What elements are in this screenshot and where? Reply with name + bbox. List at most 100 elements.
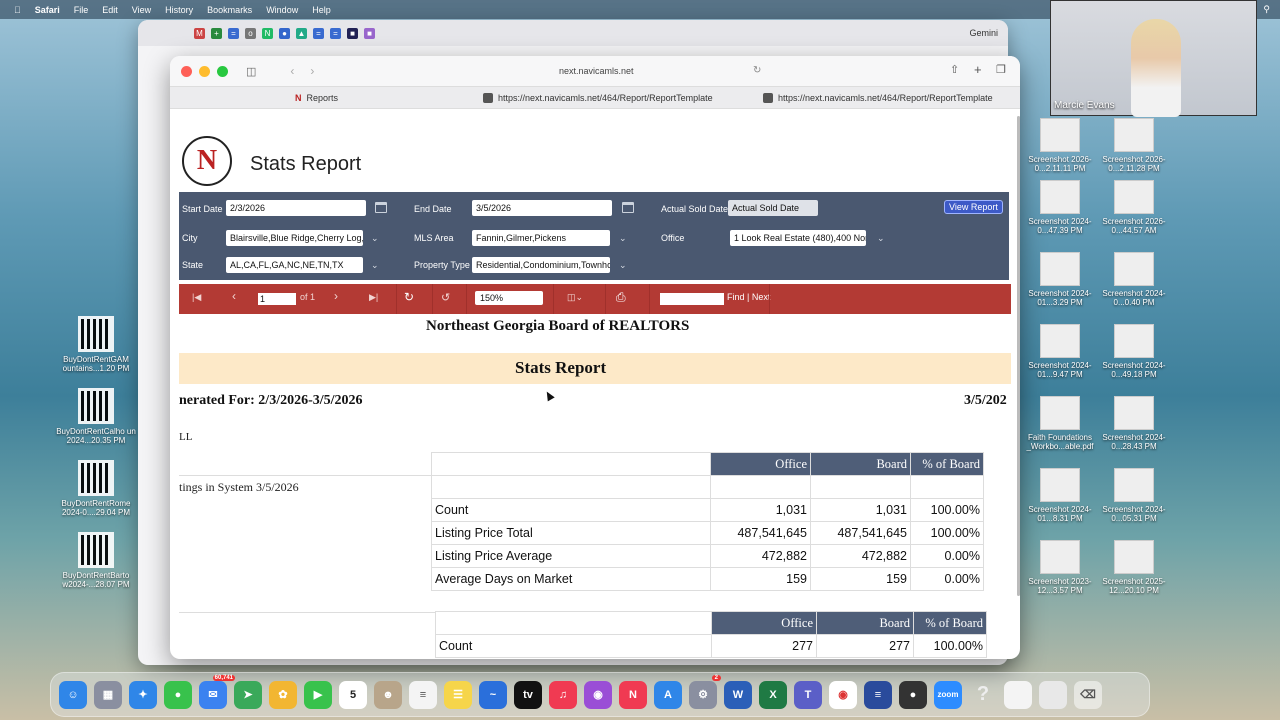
- docs-tab-icon[interactable]: =: [313, 27, 324, 39]
- close-window-button[interactable]: [181, 65, 192, 77]
- mls-area-input[interactable]: Fannin,Gilmer,Pickens: [472, 230, 610, 246]
- property-type-input[interactable]: Residential,Condominium,Townhc: [472, 257, 610, 273]
- zoom-window-button[interactable]: [217, 65, 228, 77]
- help-icon[interactable]: ?: [969, 681, 997, 709]
- zoom-app-icon[interactable]: zoom: [934, 680, 962, 709]
- word-icon[interactable]: W: [724, 680, 752, 709]
- previous-page-icon[interactable]: ‹: [232, 289, 236, 303]
- back-to-parent-icon[interactable]: ↺: [441, 291, 450, 304]
- sold-date-select[interactable]: Actual Sold Date: [728, 200, 818, 216]
- start-date-calendar-icon[interactable]: [375, 202, 387, 213]
- notes-icon[interactable]: ☰: [444, 680, 472, 709]
- messages-icon[interactable]: ●: [164, 680, 192, 709]
- tab-icon[interactable]: N: [262, 27, 273, 39]
- apple-tv-icon[interactable]: tv: [514, 680, 542, 709]
- document-icon[interactable]: [1004, 680, 1032, 709]
- start-date-input[interactable]: 2/3/2026: [226, 200, 366, 216]
- desktop-file[interactable]: Screenshot 2024-0...0.40 PM: [1094, 252, 1174, 307]
- new-tab-icon[interactable]: +: [974, 62, 982, 77]
- desktop-file[interactable]: Screenshot 2024-0...28.43 PM: [1094, 396, 1174, 451]
- share-icon[interactable]: ⇧: [950, 63, 959, 76]
- mail-icon[interactable]: ✉ 60,741: [199, 674, 235, 709]
- app-store-icon[interactable]: A: [654, 680, 682, 709]
- desktop-file[interactable]: Screenshot 2024-01...8.31 PM: [1020, 468, 1100, 523]
- finder-icon[interactable]: ☺: [59, 680, 87, 709]
- desktop-file[interactable]: Screenshot 2025-12...20.10 PM: [1094, 540, 1174, 595]
- trash-icon[interactable]: ⌫: [1074, 680, 1102, 709]
- first-page-icon[interactable]: |◀: [192, 292, 201, 303]
- chevron-down-icon[interactable]: ⌄: [619, 260, 627, 271]
- menu-view[interactable]: View: [132, 5, 151, 15]
- drive-tab-icon[interactable]: ▲: [296, 27, 307, 39]
- calendar-icon[interactable]: 5: [339, 680, 367, 709]
- menu-file[interactable]: File: [74, 5, 89, 15]
- reminders-icon[interactable]: ≡: [409, 680, 437, 709]
- back-arrow-icon[interactable]: ‹: [290, 64, 294, 78]
- launchpad-icon[interactable]: ▦: [94, 680, 122, 709]
- desktop-file[interactable]: Screenshot 2024-0...49.18 PM: [1094, 324, 1174, 379]
- app-icon[interactable]: ≡: [864, 680, 892, 709]
- chevron-down-icon[interactable]: ⌄: [619, 233, 627, 244]
- docs-tab-icon[interactable]: =: [228, 27, 239, 39]
- tab-icon[interactable]: ●: [279, 27, 290, 39]
- print-icon[interactable]: ⎙: [616, 290, 626, 305]
- news-icon[interactable]: N: [619, 680, 647, 709]
- app-icon[interactable]: ●: [899, 680, 927, 709]
- chevron-down-icon[interactable]: ⌄: [371, 233, 379, 244]
- zoom-select[interactable]: 150%: [475, 291, 543, 305]
- menu-bookmarks[interactable]: Bookmarks: [207, 5, 252, 15]
- apple-menu-icon[interactable]: : [14, 5, 21, 15]
- forward-arrow-icon[interactable]: ›: [310, 64, 314, 78]
- menu-help[interactable]: Help: [312, 5, 331, 15]
- chrome-icon[interactable]: ◉: [829, 680, 857, 709]
- docs-tab-icon[interactable]: =: [330, 27, 341, 39]
- tab-report-template-2[interactable]: https://next.navicamls.net/464/Report/Re…: [763, 87, 993, 109]
- sidebar-toggle-icon[interactable]: ◫: [246, 65, 256, 78]
- state-input[interactable]: AL,CA,FL,GA,NC,NE,TN,TX: [226, 257, 363, 273]
- desktop-file[interactable]: Screenshot 2023-12...3.57 PM: [1020, 540, 1100, 595]
- tab-report-template-1[interactable]: https://next.navicamls.net/464/Report/Re…: [483, 87, 713, 109]
- search-icon[interactable]: ⚲: [1263, 4, 1270, 15]
- document-icon[interactable]: [1039, 680, 1067, 709]
- refresh-icon[interactable]: ↻: [404, 290, 414, 304]
- menu-edit[interactable]: Edit: [102, 5, 118, 15]
- menu-window[interactable]: Window: [266, 5, 298, 15]
- podcasts-icon[interactable]: ◉: [584, 680, 612, 709]
- page-number-input[interactable]: 1: [258, 293, 296, 305]
- last-page-icon[interactable]: ▶|: [369, 292, 378, 303]
- desktop-file[interactable]: Screenshot 2024-01...9.47 PM: [1020, 324, 1100, 379]
- find-next-links[interactable]: Find | Next: [727, 292, 770, 302]
- tab-overview-icon[interactable]: ❐: [996, 63, 1006, 76]
- reload-icon[interactable]: ↻: [753, 65, 761, 76]
- desktop-file[interactable]: Screenshot 2024-0...47.39 PM: [1020, 180, 1100, 235]
- desktop-file[interactable]: Screenshot 2026-0...44.57 AM: [1094, 180, 1174, 235]
- video-call-tile[interactable]: Marcie Evans: [1050, 0, 1257, 117]
- export-icon[interactable]: ◫⌄: [567, 292, 583, 303]
- menu-history[interactable]: History: [165, 5, 193, 15]
- gemini-button[interactable]: Gemini: [969, 28, 998, 38]
- system-settings-icon[interactable]: ⚙ 2: [689, 674, 721, 709]
- desktop-file[interactable]: Faith Foundations _Workbo...able.pdf: [1020, 396, 1100, 451]
- excel-icon[interactable]: X: [759, 680, 787, 709]
- end-date-input[interactable]: 3/5/2026: [472, 200, 612, 216]
- safari-icon[interactable]: ✦: [129, 680, 157, 709]
- desktop-file[interactable]: BuyDontRentCalho un 2024...20.35 PM: [56, 388, 136, 445]
- gmail-tab-icon[interactable]: M: [194, 27, 205, 39]
- desktop-file[interactable]: BuyDontRentRome 2024-0....29.04 PM: [56, 460, 136, 517]
- photos-icon[interactable]: ✿: [269, 680, 297, 709]
- chevron-down-icon[interactable]: ⌄: [877, 233, 885, 244]
- teams-icon[interactable]: T: [794, 680, 822, 709]
- tab-icon[interactable]: ■: [364, 27, 375, 39]
- tab-icon[interactable]: ■: [347, 27, 358, 39]
- view-report-button[interactable]: View Report: [944, 200, 1003, 214]
- tab-icon[interactable]: o: [245, 27, 256, 39]
- desktop-file[interactable]: BuyDontRentBarto w2024-...28.07 PM: [56, 532, 136, 589]
- tab-reports[interactable]: N Reports: [295, 87, 338, 109]
- desktop-file[interactable]: BuyDontRentGAM ountains...1.20 PM: [56, 316, 136, 373]
- music-icon[interactable]: ♫: [549, 680, 577, 709]
- address-bar[interactable]: next.navicamls.net: [559, 66, 634, 76]
- find-input[interactable]: [660, 293, 724, 305]
- chevron-down-icon[interactable]: ⌄: [371, 260, 379, 271]
- contacts-icon[interactable]: ☻: [374, 680, 402, 709]
- desktop-file[interactable]: Screenshot 2024-01...3.29 PM: [1020, 252, 1100, 307]
